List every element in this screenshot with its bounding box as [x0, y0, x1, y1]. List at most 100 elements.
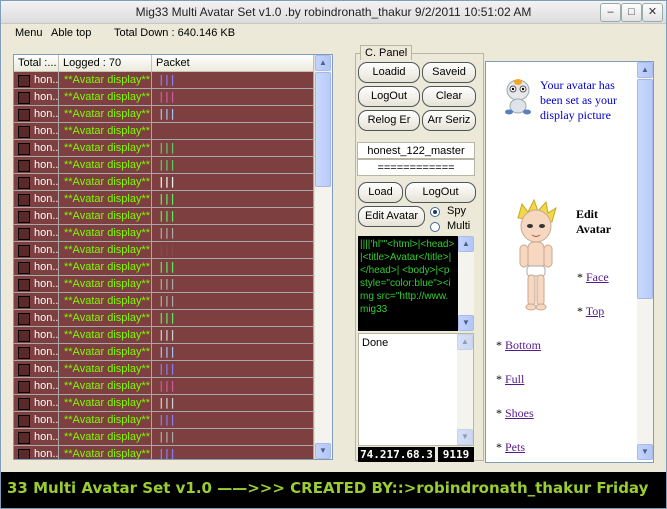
user-grid[interactable]: Total :... Logged : 70 Packet hon... **Av…: [13, 54, 333, 460]
link-top[interactable]: Top: [586, 304, 605, 318]
log-scrollbar[interactable]: ▲ ▼: [457, 334, 473, 445]
log-box[interactable]: Done ▲ ▼: [358, 333, 474, 446]
row-checkbox[interactable]: [18, 449, 30, 459]
row-checkbox[interactable]: [18, 126, 30, 138]
source-scroll-down-icon[interactable]: ▼: [458, 315, 474, 331]
scroll-up-icon[interactable]: ▲: [315, 55, 331, 71]
load-button[interactable]: Load: [358, 182, 403, 203]
control-panel-tab[interactable]: C. Panel: [360, 45, 413, 60]
link-bottom[interactable]: Bottom: [505, 338, 541, 352]
webview-scroll-up-icon[interactable]: ▲: [637, 62, 653, 78]
clear-button[interactable]: Clear: [422, 86, 476, 107]
grid-scrollbar[interactable]: ▲ ▼: [314, 55, 332, 459]
source-scroll-up-icon[interactable]: ▲: [458, 236, 474, 252]
minimize-icon[interactable]: –: [600, 3, 621, 22]
table-row[interactable]: hon... **Avatar display** |||: [14, 446, 314, 459]
table-row[interactable]: hon... **Avatar display** |||: [14, 378, 314, 395]
row-checkbox[interactable]: [18, 432, 30, 444]
row-checkbox[interactable]: [18, 347, 30, 359]
table-row[interactable]: hon... **Avatar display** |||: [14, 225, 314, 242]
link-full[interactable]: Full: [505, 372, 524, 386]
close-icon[interactable]: ✕: [642, 3, 663, 22]
row-checkbox[interactable]: [18, 143, 30, 155]
link-pets[interactable]: Pets: [505, 440, 525, 454]
row-checkbox[interactable]: [18, 381, 30, 393]
menu-item-able-top[interactable]: Able top: [51, 27, 91, 39]
scroll-down-icon[interactable]: ▼: [315, 443, 331, 459]
password-field[interactable]: ============: [357, 159, 475, 176]
link-shoes[interactable]: Shoes: [505, 406, 534, 420]
table-row[interactable]: hon... **Avatar display** |||: [14, 259, 314, 276]
logout-button[interactable]: LogOut: [358, 86, 420, 107]
user-cell: hon...: [14, 327, 59, 343]
row-checkbox[interactable]: [18, 398, 30, 410]
loadid-button[interactable]: Loadid: [358, 62, 420, 83]
row-checkbox[interactable]: [18, 211, 30, 223]
row-checkbox[interactable]: [18, 296, 30, 308]
table-row[interactable]: hon... **Avatar display** |||: [14, 344, 314, 361]
table-row[interactable]: hon... **Avatar display** |||: [14, 242, 314, 259]
table-row[interactable]: hon... **Avatar display**: [14, 123, 314, 140]
webview-scroll-down-icon[interactable]: ▼: [637, 444, 653, 460]
row-checkbox[interactable]: [18, 279, 30, 291]
packet-bars: |||: [158, 260, 176, 273]
table-row[interactable]: hon... **Avatar display** |||: [14, 276, 314, 293]
row-checkbox[interactable]: [18, 160, 30, 172]
table-row[interactable]: hon... **Avatar display** |||: [14, 191, 314, 208]
relog-er-button[interactable]: Relog Er: [358, 110, 420, 131]
table-row[interactable]: hon... **Avatar display** |||: [14, 361, 314, 378]
row-checkbox[interactable]: [18, 177, 30, 189]
link-face[interactable]: Face: [586, 270, 609, 284]
row-checkbox[interactable]: [18, 109, 30, 121]
row-checkbox[interactable]: [18, 330, 30, 342]
row-checkbox[interactable]: [18, 262, 30, 274]
table-row[interactable]: hon... **Avatar display** |||: [14, 157, 314, 174]
row-checkbox[interactable]: [18, 194, 30, 206]
port-counter: 9119: [438, 447, 474, 462]
log-scroll-up-icon[interactable]: ▲: [457, 334, 473, 350]
table-row[interactable]: hon... **Avatar display** |||: [14, 106, 314, 123]
row-checkbox[interactable]: [18, 75, 30, 87]
header-logged[interactable]: Logged : 70: [59, 55, 152, 71]
header-packet[interactable]: Packet: [152, 55, 314, 71]
logout2-button[interactable]: LogOut: [405, 182, 476, 203]
row-checkbox[interactable]: [18, 415, 30, 427]
source-scrollbar[interactable]: ▲ ▼: [458, 236, 474, 331]
user-cell: hon...: [14, 89, 59, 105]
row-checkbox[interactable]: [18, 228, 30, 240]
maximize-icon[interactable]: □: [621, 3, 642, 22]
log-scroll-down-icon[interactable]: ▼: [457, 429, 473, 445]
table-row[interactable]: hon... **Avatar display** |||: [14, 140, 314, 157]
row-checkbox[interactable]: [18, 92, 30, 104]
spy-radio[interactable]: [430, 207, 440, 217]
arr-seriz-button[interactable]: Arr Seriz: [422, 110, 476, 131]
webview-scroll-thumb[interactable]: [637, 79, 653, 299]
table-row[interactable]: hon... **Avatar display** |||: [14, 293, 314, 310]
multi-radio[interactable]: [430, 222, 440, 232]
edit-avatar-button[interactable]: Edit Avatar: [358, 206, 425, 227]
table-row[interactable]: hon... **Avatar display** |||: [14, 429, 314, 446]
status-marquee-text: 33 Multi Avatar Set v1.0 ——>>> CREATED B…: [7, 479, 649, 497]
packet-cell: [152, 123, 314, 139]
table-row[interactable]: hon... **Avatar display** |||: [14, 89, 314, 106]
scroll-thumb[interactable]: [315, 72, 331, 187]
saveid-button[interactable]: Saveid: [422, 62, 476, 83]
menu-item-menu[interactable]: Menu: [15, 27, 43, 39]
table-row[interactable]: hon... **Avatar display** |||: [14, 327, 314, 344]
title-bar[interactable]: Mig33 Multi Avatar Set v1.0 .by robindro…: [1, 1, 666, 24]
row-checkbox[interactable]: [18, 364, 30, 376]
avatar-webview[interactable]: Your avatar has been set as your display…: [485, 61, 654, 463]
table-row[interactable]: hon... **Avatar display** |||: [14, 310, 314, 327]
html-source-box[interactable]: ||||'hl""<html>|<head>|<title>Avatar</ti…: [358, 236, 474, 331]
table-row[interactable]: hon... **Avatar display** |||: [14, 208, 314, 225]
webview-scrollbar[interactable]: ▲ ▼: [637, 62, 653, 460]
row-checkbox[interactable]: [18, 245, 30, 257]
header-total[interactable]: Total :...: [14, 55, 59, 71]
status-cell: **Avatar display**: [59, 361, 152, 377]
table-row[interactable]: hon... **Avatar display** |||: [14, 72, 314, 89]
row-checkbox[interactable]: [18, 313, 30, 325]
table-row[interactable]: hon... **Avatar display** |||: [14, 395, 314, 412]
username-field[interactable]: honest_122_master: [357, 142, 475, 159]
table-row[interactable]: hon... **Avatar display** |||: [14, 412, 314, 429]
table-row[interactable]: hon... **Avatar display** |||: [14, 174, 314, 191]
